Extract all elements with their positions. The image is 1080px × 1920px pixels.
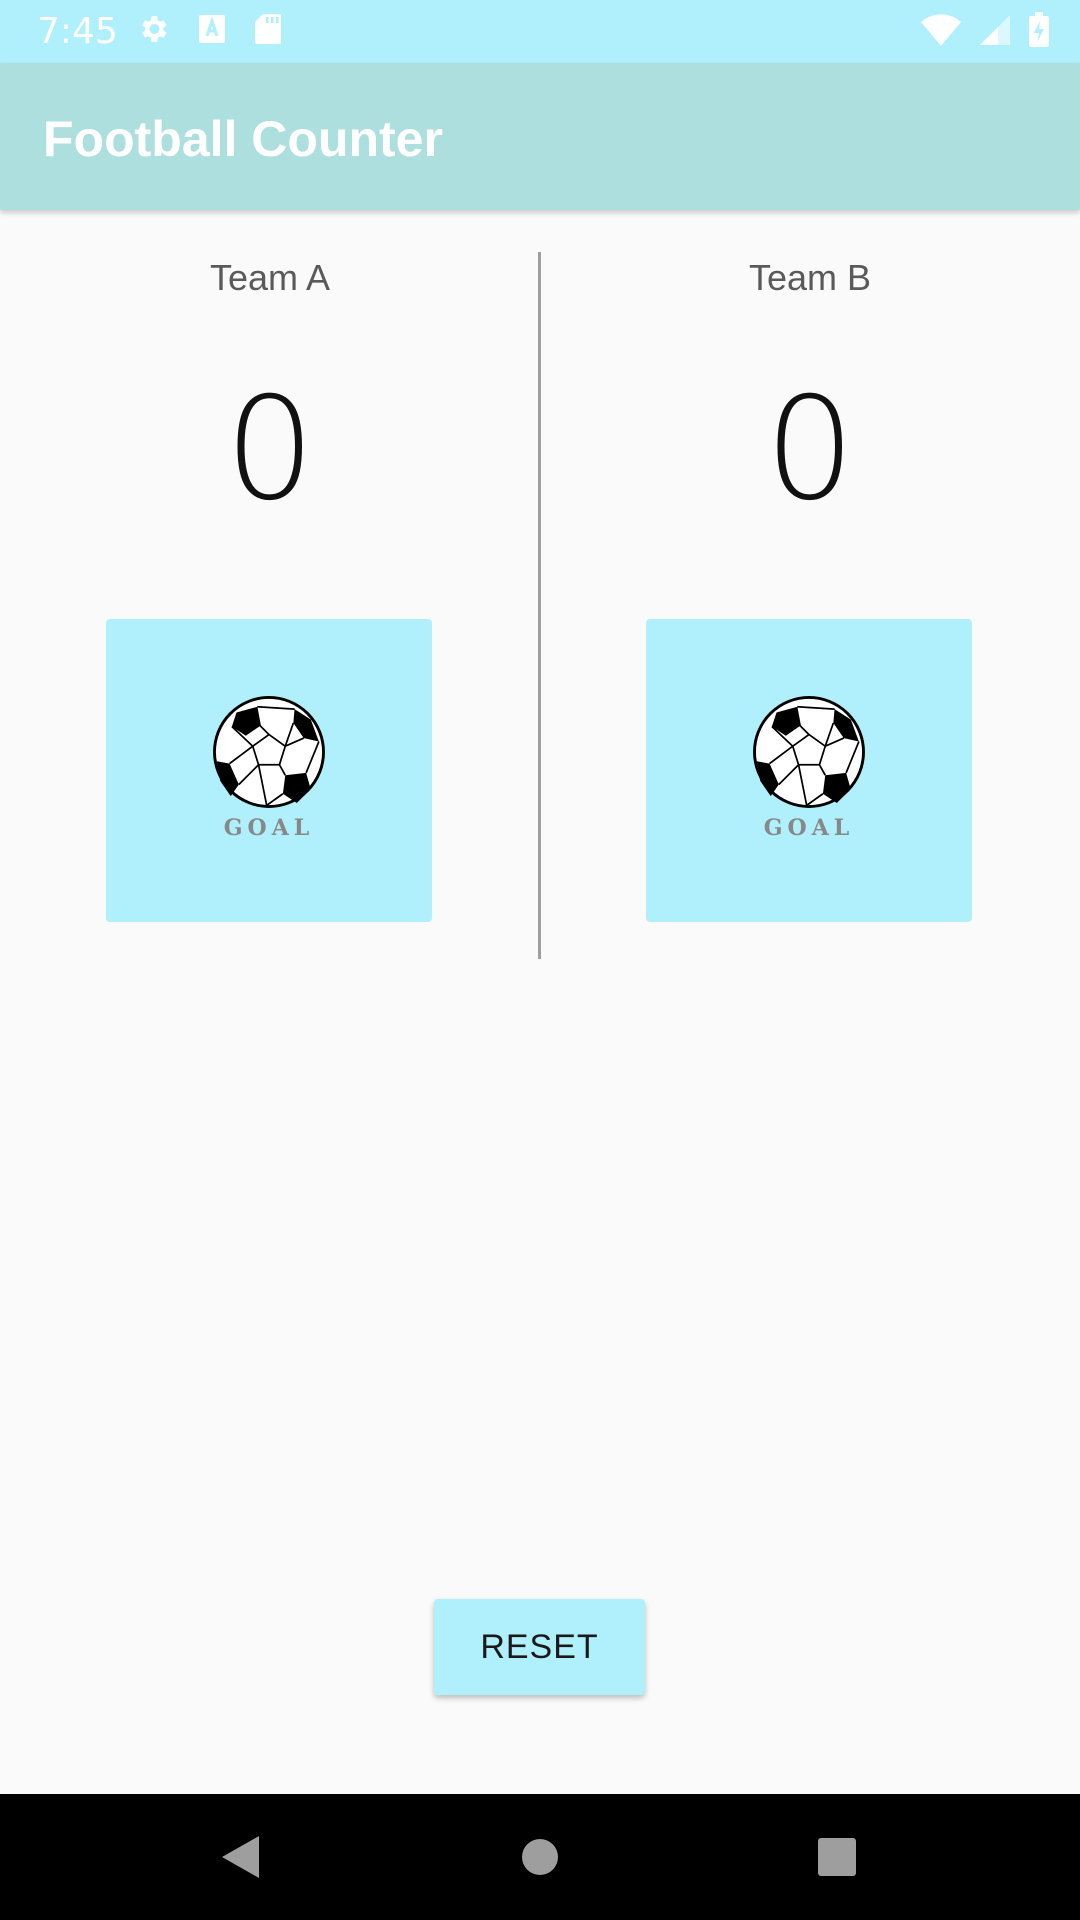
sd-card-icon [255, 14, 281, 44]
settings-icon [142, 16, 167, 42]
goal-label: GOAL [223, 815, 315, 841]
team-a-column: Team A 0 GOAL [0, 210, 540, 960]
team-a-name: Team A [209, 257, 331, 298]
team-a-goal-button[interactable]: GOAL [106, 619, 432, 922]
status-icons-right [920, 12, 1050, 48]
soccer-ball-icon [753, 696, 865, 808]
home-icon[interactable] [511, 1828, 569, 1886]
goal-label: GOAL [763, 815, 855, 841]
navigation-bar [0, 1794, 1080, 1920]
back-icon[interactable] [214, 1828, 272, 1886]
app-bar: Football Counter [0, 63, 1080, 210]
team-b-score: 0 [764, 367, 856, 532]
app-title: Football Counter [43, 111, 443, 167]
team-b-column: Team B 0 GOAL [540, 210, 1080, 960]
keyboard-a-icon [199, 15, 225, 43]
recents-icon[interactable] [808, 1828, 866, 1886]
status-time: 7:45 [37, 11, 118, 52]
soccer-ball-icon [213, 696, 325, 808]
team-b-goal-button[interactable]: GOAL [646, 619, 972, 922]
status-icons-left [136, 12, 282, 46]
cell-signal-icon [980, 15, 1010, 45]
reset-button[interactable]: RESET [434, 1599, 645, 1695]
wifi-icon [921, 14, 961, 47]
status-bar: 7:45 [0, 0, 1080, 63]
battery-charging-icon [1029, 12, 1049, 47]
team-a-score: 0 [224, 367, 316, 532]
team-b-name: Team B [748, 257, 872, 298]
